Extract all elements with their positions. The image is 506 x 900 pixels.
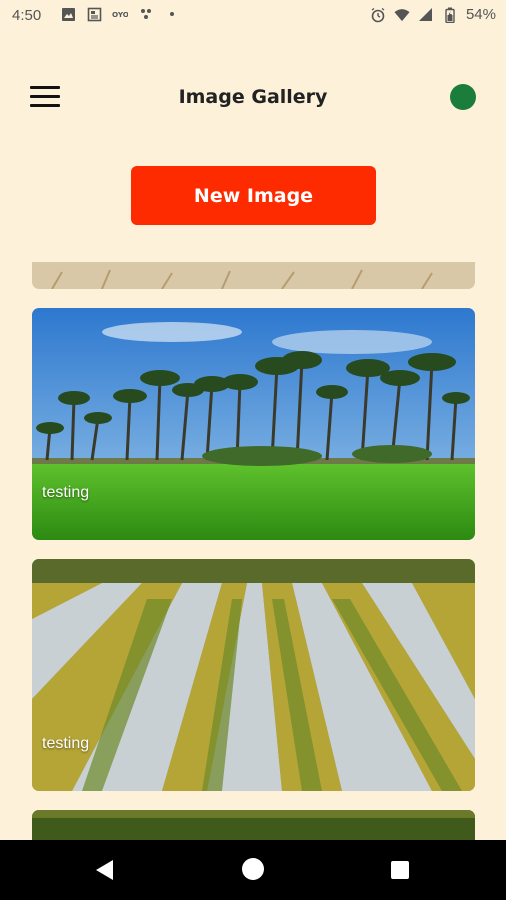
page-title: Image Gallery	[178, 86, 328, 108]
svg-text:OYO: OYO	[112, 10, 128, 19]
system-navigation-bar	[0, 840, 506, 900]
news-icon	[86, 6, 102, 22]
battery-percentage: 54%	[465, 6, 496, 23]
gallery-card[interactable]	[32, 262, 475, 289]
status-notification-icons: OYO	[60, 6, 180, 22]
palm-field-image	[32, 308, 475, 540]
wifi-icon	[394, 7, 410, 23]
paddy-field-image	[32, 559, 475, 791]
gallery-card-label: testing	[42, 735, 90, 752]
dot-icon	[164, 6, 180, 22]
image-icon	[60, 6, 76, 22]
image-gallery-list[interactable]: testing testing	[0, 262, 506, 840]
back-icon[interactable]	[96, 860, 113, 880]
status-system-icons: 54%	[370, 6, 496, 23]
gallery-card-label: testing	[42, 484, 90, 501]
app-bar: Image Gallery	[0, 60, 506, 132]
gallery-card[interactable]: testing	[32, 559, 475, 791]
gallery-card[interactable]	[32, 810, 475, 840]
wheat-field-image	[32, 262, 475, 289]
new-image-button[interactable]: New Image	[131, 166, 376, 225]
signal-icon	[418, 7, 434, 23]
field-image	[32, 810, 475, 840]
oyo-icon: OYO	[112, 6, 128, 22]
alarm-icon	[370, 7, 386, 23]
status-time: 4:50	[12, 7, 42, 24]
battery-icon	[442, 7, 458, 23]
home-icon[interactable]	[242, 858, 264, 880]
gallery-card[interactable]: testing	[32, 308, 475, 540]
status-indicator	[450, 84, 476, 110]
status-bar: 4:50 OYO 54%	[0, 0, 506, 32]
recents-icon[interactable]	[391, 861, 409, 879]
dots-icon	[138, 6, 154, 22]
